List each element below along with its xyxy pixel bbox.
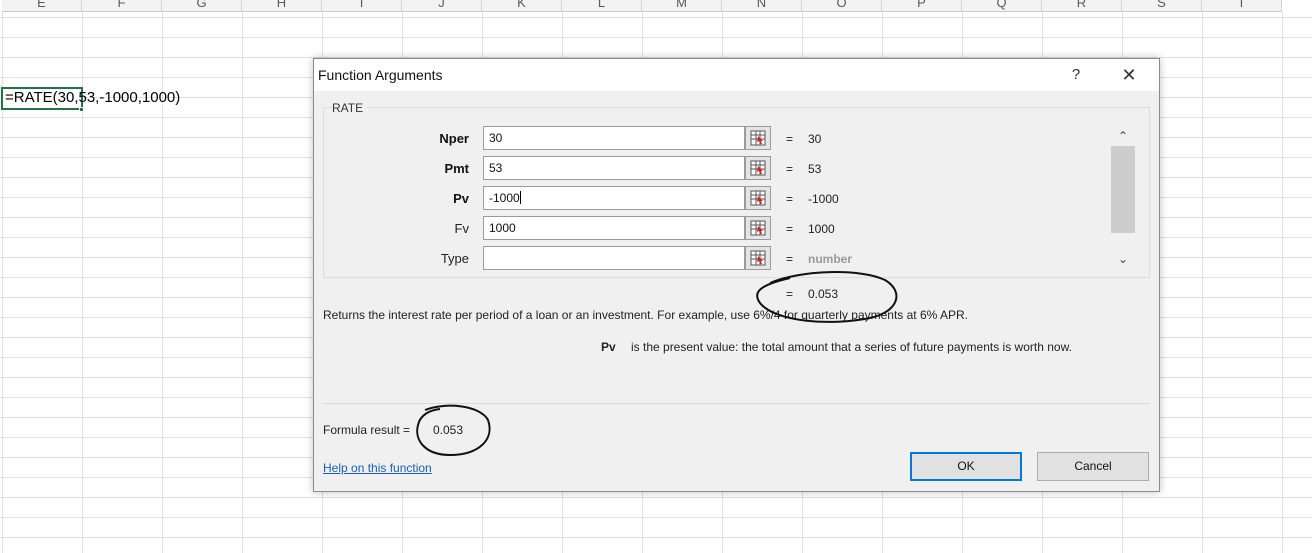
- column-header-g[interactable]: G: [162, 0, 242, 12]
- function-description: Returns the interest rate per period of …: [323, 308, 968, 322]
- current-argument-name: Pv: [601, 340, 616, 354]
- column-header-q[interactable]: Q: [962, 0, 1042, 12]
- nper-equals: =: [786, 132, 794, 146]
- current-argument-description: is the present value: the total amount t…: [631, 340, 1072, 354]
- arguments-scrollbar[interactable]: ⌃ ⌄: [1111, 127, 1135, 271]
- function-arguments-dialog: Function Arguments ? ✕ RATE Nper 30 = 30…: [313, 58, 1160, 492]
- pmt-equals: =: [786, 162, 794, 176]
- chevron-down-icon[interactable]: ⌄: [1111, 250, 1135, 268]
- fv-result: 1000: [808, 222, 835, 236]
- collapse-dialog-icon[interactable]: [745, 246, 771, 270]
- column-header-t[interactable]: T: [1202, 0, 1282, 12]
- nper-result: 30: [808, 132, 822, 146]
- fv-equals: =: [786, 222, 794, 236]
- dialog-divider: [323, 403, 1150, 404]
- pv-input-value: -1000: [489, 191, 520, 205]
- column-header-n[interactable]: N: [722, 0, 802, 12]
- type-input[interactable]: [483, 246, 745, 270]
- column-header-m[interactable]: M: [642, 0, 722, 12]
- column-header-row: E F G H I J K L M N O P Q R S T: [2, 0, 1282, 12]
- collapse-dialog-icon[interactable]: [745, 156, 771, 180]
- column-header-e[interactable]: E: [2, 0, 82, 12]
- formula-result-label: Formula result =: [323, 423, 411, 437]
- type-label: Type: [440, 251, 469, 266]
- column-header-s[interactable]: S: [1122, 0, 1202, 12]
- text-caret: [519, 191, 521, 204]
- column-header-r[interactable]: R: [1042, 0, 1122, 12]
- dialog-titlebar[interactable]: Function Arguments ? ✕: [314, 59, 1159, 91]
- column-header-f[interactable]: F: [82, 0, 162, 12]
- column-header-j[interactable]: J: [402, 0, 482, 12]
- pv-result: -1000: [808, 192, 839, 206]
- column-header-l[interactable]: L: [562, 0, 642, 12]
- type-equals: =: [786, 252, 794, 266]
- column-header-o[interactable]: O: [802, 0, 882, 12]
- type-result: number: [808, 252, 853, 266]
- fill-handle[interactable]: [79, 107, 84, 112]
- pv-equals: =: [786, 192, 794, 206]
- function-name: RATE: [332, 101, 368, 115]
- nper-input[interactable]: 30: [483, 126, 745, 150]
- pmt-label: Pmt: [444, 161, 469, 176]
- column-header-p[interactable]: P: [882, 0, 962, 12]
- dialog-title: Function Arguments: [318, 67, 443, 83]
- formula-result-value: 0.053: [433, 423, 464, 437]
- column-header-i[interactable]: I: [322, 0, 402, 12]
- pv-input[interactable]: -1000: [483, 186, 745, 210]
- active-cell-formula: =RATE(30,53,-1000,1000): [5, 89, 181, 106]
- function-result-equals: =: [786, 287, 794, 301]
- collapse-dialog-icon[interactable]: [745, 216, 771, 240]
- pv-label: Pv: [453, 191, 469, 206]
- chevron-up-icon[interactable]: ⌃: [1111, 127, 1135, 145]
- cancel-button[interactable]: Cancel: [1037, 452, 1149, 481]
- column-header-k[interactable]: K: [482, 0, 562, 12]
- collapse-dialog-icon[interactable]: [745, 186, 771, 210]
- help-on-function-link[interactable]: Help on this function: [323, 461, 432, 475]
- pmt-result: 53: [808, 162, 822, 176]
- scrollbar-thumb[interactable]: [1111, 146, 1135, 233]
- fv-label: Fv: [454, 221, 469, 236]
- nper-label: Nper: [439, 131, 469, 146]
- close-icon[interactable]: ✕: [1118, 64, 1140, 86]
- column-header-h[interactable]: H: [242, 0, 322, 12]
- ok-button[interactable]: OK: [910, 452, 1022, 481]
- fv-input[interactable]: 1000: [483, 216, 745, 240]
- collapse-dialog-icon[interactable]: [745, 126, 771, 150]
- function-result-value: 0.053: [808, 287, 839, 301]
- pmt-input[interactable]: 53: [483, 156, 745, 180]
- help-button[interactable]: ?: [1066, 64, 1086, 86]
